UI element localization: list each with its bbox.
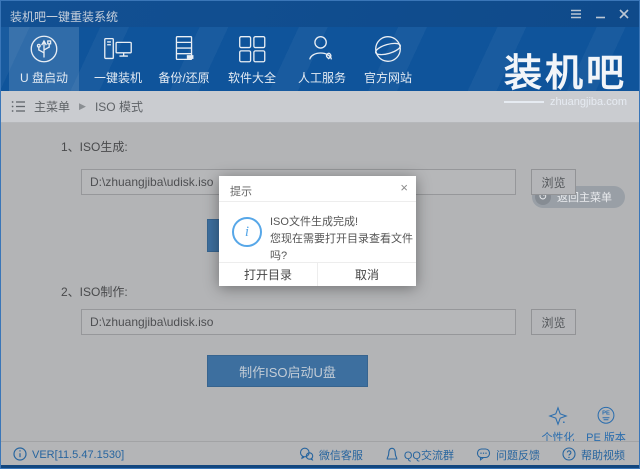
dialog-message: ISO文件生成完成! 您现在需要打开目录查看文件吗? [270, 214, 416, 265]
window-controls [569, 1, 631, 27]
usb-icon [27, 32, 61, 66]
brand-logo: 装机吧 zhuangjiba.com [504, 55, 627, 108]
breadcrumb-separator-icon: ▶ [79, 101, 86, 112]
wechat-service-link[interactable]: 微信客服 [299, 447, 363, 464]
feedback-bubble-icon [476, 447, 491, 464]
dialog-header: 提示 × [219, 176, 416, 202]
nav-item-human-service[interactable]: 人工服务 [287, 27, 357, 91]
dialog-footer: 打开目录 取消 [219, 262, 416, 286]
browse-button-2[interactable]: 浏览 [531, 309, 576, 335]
info-circle-icon [13, 447, 27, 464]
pe-version-icon: PE [577, 405, 635, 427]
brand-domain: zhuangjiba.com [550, 96, 627, 108]
wechat-icon [299, 447, 314, 464]
version-text: VER[11.5.47.1530] [32, 449, 124, 461]
help-icon [562, 447, 576, 464]
pe-version-button[interactable]: PE PE 版本 [577, 405, 635, 445]
dialog-close-icon[interactable]: × [400, 180, 408, 195]
window-title: 装机吧一键重装系统 [10, 8, 118, 25]
dialog-body: i ISO文件生成完成! 您现在需要打开目录查看文件吗? [219, 202, 416, 263]
breadcrumb-root[interactable]: 主菜单 [34, 98, 70, 115]
nav-item-software-collection[interactable]: 软件大全 [217, 27, 287, 91]
version-info: VER[11.5.47.1530] [13, 447, 124, 464]
make-iso-usb-button[interactable]: 制作ISO启动U盘 [207, 355, 368, 387]
nav-item-label: U 盘启动 [20, 69, 68, 86]
nav-item-usb-boot[interactable]: U 盘启动 [9, 27, 79, 91]
nav-item-label: 备份/还原 [158, 69, 209, 86]
open-directory-button[interactable]: 打开目录 [219, 263, 318, 286]
menu-icon[interactable] [569, 7, 583, 21]
globe-icon [371, 32, 405, 66]
browse-button-1[interactable]: 浏览 [531, 169, 576, 195]
iso-make-path-input[interactable] [81, 309, 516, 335]
backup-icon [167, 32, 201, 66]
close-icon[interactable] [617, 7, 631, 21]
apps-grid-icon [235, 32, 269, 66]
nav-item-label: 官方网站 [364, 69, 412, 86]
status-bar: VER[11.5.47.1530] 微信客服 QQ交流群 [1, 441, 639, 468]
wechat-service-label: 微信客服 [319, 447, 363, 463]
help-video-label: 帮助视频 [581, 447, 625, 463]
app-window: 装机吧一键重装系统 U 盘 [0, 0, 640, 469]
brand-logo-text: 装机吧 [504, 55, 627, 95]
help-video-link[interactable]: 帮助视频 [562, 447, 625, 464]
prompt-dialog: 提示 × i ISO文件生成完成! 您现在需要打开目录查看文件吗? 打开目录 取… [219, 176, 416, 286]
menu-list-icon[interactable] [11, 100, 26, 113]
svg-text:PE: PE [602, 411, 610, 417]
logo-underline [504, 101, 544, 103]
nav-item-backup-restore[interactable]: 备份/还原 [149, 27, 219, 91]
cancel-button[interactable]: 取消 [318, 263, 416, 286]
qq-group-link[interactable]: QQ交流群 [385, 447, 454, 464]
step2-label: 2、ISO制作: [61, 283, 128, 300]
qq-icon [385, 447, 399, 464]
status-links: 微信客服 QQ交流群 [299, 447, 625, 464]
computer-icon [101, 32, 135, 66]
feedback-link[interactable]: 问题反馈 [476, 447, 540, 464]
qq-group-label: QQ交流群 [404, 447, 454, 463]
step1-label: 1、ISO生成: [61, 138, 128, 155]
title-bar: 装机吧一键重装系统 [1, 1, 639, 27]
feedback-label: 问题反馈 [496, 447, 540, 463]
dialog-title: 提示 [230, 183, 252, 199]
main-nav: U 盘启动 一键装机 备份/还原 [1, 27, 639, 91]
nav-item-label: 人工服务 [298, 69, 346, 86]
nav-item-label: 软件大全 [228, 69, 276, 86]
nav-item-official-site[interactable]: 官方网站 [353, 27, 423, 91]
window-bottom-border [1, 465, 639, 468]
breadcrumb-current: ISO 模式 [95, 98, 143, 115]
info-icon: i [232, 217, 262, 247]
nav-item-label: 一键装机 [94, 69, 142, 86]
dialog-message-line2: 您现在需要打开目录查看文件吗? [270, 231, 416, 265]
dialog-message-line1: ISO文件生成完成! [270, 214, 416, 231]
nav-item-one-key-install[interactable]: 一键装机 [83, 27, 153, 91]
person-icon [305, 32, 339, 66]
minimize-icon[interactable] [593, 7, 607, 21]
